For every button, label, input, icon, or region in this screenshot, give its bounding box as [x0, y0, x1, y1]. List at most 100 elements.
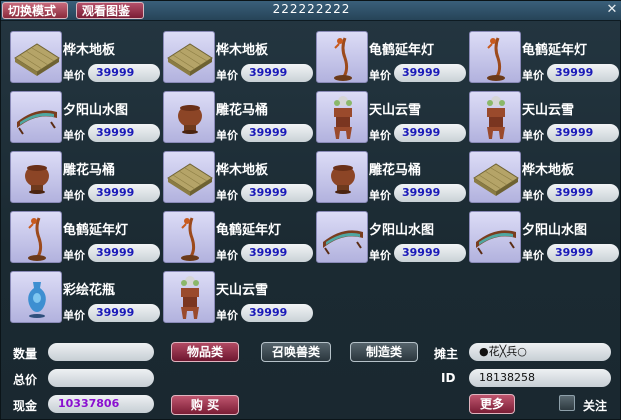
- price-field: 39999: [394, 244, 466, 262]
- price-field: 39999: [547, 64, 619, 82]
- item-slot[interactable]: 龟鹤延年灯 单价 39999: [10, 209, 160, 265]
- flower-stand-icon[interactable]: [316, 91, 368, 143]
- painted-vase-icon[interactable]: [10, 271, 62, 323]
- id-label: ID: [441, 371, 456, 385]
- item-name: 夕阳山水图: [522, 223, 588, 238]
- item-slot[interactable]: 天山云雪 单价 39999: [316, 89, 466, 145]
- price-label: 单价: [216, 249, 238, 262]
- item-name: 雕花马桶: [216, 103, 269, 118]
- price-field: 39999: [88, 244, 160, 262]
- follow-checkbox[interactable]: [559, 395, 575, 411]
- floor-tile-icon[interactable]: [469, 151, 521, 203]
- landscape-screen-icon[interactable]: [316, 211, 368, 263]
- follow-label: 关注: [583, 399, 608, 413]
- price-label: 单价: [216, 309, 238, 322]
- item-name: 龟鹤延年灯: [522, 43, 588, 58]
- item-slot[interactable]: 夕阳山水图单价 39999: [10, 89, 160, 145]
- price-label: 单价: [216, 189, 238, 202]
- price-field: 39999: [547, 184, 619, 202]
- quantity-field[interactable]: [48, 343, 154, 361]
- floor-tile-icon[interactable]: [163, 151, 215, 203]
- price-label: 单价: [63, 129, 85, 142]
- floor-tile-icon[interactable]: [163, 31, 215, 83]
- price-label: 单价: [369, 249, 391, 262]
- price-field: 39999: [241, 184, 313, 202]
- item-slot[interactable]: 桦木地板单价 39999: [163, 149, 313, 205]
- item-name: 桦木地板: [216, 163, 269, 178]
- price-label: 单价: [63, 309, 85, 322]
- price-label: 单价: [63, 69, 85, 82]
- item-slot[interactable]: 龟鹤延年灯 单价 39999: [316, 29, 466, 85]
- tab-summons[interactable]: 召唤兽类: [261, 342, 331, 362]
- crane-lamp-icon[interactable]: [316, 31, 368, 83]
- item-name: 龟鹤延年灯: [216, 223, 282, 238]
- item-name: 彩绘花瓶: [63, 283, 116, 298]
- window-title: 222222222: [272, 2, 351, 16]
- price-label: 单价: [369, 129, 391, 142]
- price-label: 单价: [63, 189, 85, 202]
- item-slot[interactable]: 桦木地板单价 39999: [10, 29, 160, 85]
- item-slot[interactable]: 雕花马桶 单价 39999: [163, 89, 313, 145]
- landscape-screen-icon[interactable]: [10, 91, 62, 143]
- carved-pot-icon[interactable]: [163, 91, 215, 143]
- item-name: 天山云雪: [216, 283, 269, 298]
- tab-crafting[interactable]: 制造类: [350, 342, 418, 362]
- id-field: 18138258: [469, 369, 611, 387]
- price-field: 39999: [88, 124, 160, 142]
- owner-field: ●花╳兵○: [469, 343, 611, 361]
- item-slot[interactable]: 夕阳山水图单价 39999: [469, 209, 619, 265]
- buy-button[interactable]: 购 买: [171, 395, 239, 415]
- price-field: 39999: [547, 244, 619, 262]
- price-label: 单价: [216, 129, 238, 142]
- item-name: 夕阳山水图: [369, 223, 435, 238]
- item-slot[interactable]: 龟鹤延年灯单价 39999: [469, 29, 619, 85]
- carved-pot-icon[interactable]: [316, 151, 368, 203]
- more-button[interactable]: 更多: [469, 394, 515, 414]
- landscape-screen-icon[interactable]: [469, 211, 521, 263]
- price-label: 单价: [216, 69, 238, 82]
- floor-tile-icon[interactable]: [10, 31, 62, 83]
- flower-stand-icon[interactable]: [469, 91, 521, 143]
- price-field: 39999: [88, 64, 160, 82]
- cash-field: 10337806: [48, 395, 154, 413]
- item-slot[interactable]: 天山云雪 单价 39999: [469, 89, 619, 145]
- price-field: 39999: [88, 304, 160, 322]
- price-label: 单价: [369, 69, 391, 82]
- crane-lamp-icon[interactable]: [163, 211, 215, 263]
- price-label: 单价: [522, 249, 544, 262]
- item-slot[interactable]: 彩绘花瓶单价 39999: [10, 269, 160, 325]
- carved-pot-icon[interactable]: [10, 151, 62, 203]
- item-slot[interactable]: 龟鹤延年灯单价 39999: [163, 209, 313, 265]
- quantity-label: 数量: [13, 347, 38, 361]
- price-field: 39999: [88, 184, 160, 202]
- item-name: 桦木地板: [522, 163, 575, 178]
- item-name: 天山云雪: [369, 103, 422, 118]
- total-field: [48, 369, 154, 387]
- price-field: 39999: [547, 124, 619, 142]
- close-icon[interactable]: ✕: [605, 3, 619, 17]
- item-slot[interactable]: 雕花马桶 单价 39999: [316, 149, 466, 205]
- item-name: 龟鹤延年灯: [63, 223, 129, 238]
- price-label: 单价: [522, 189, 544, 202]
- crane-lamp-icon[interactable]: [10, 211, 62, 263]
- item-slot[interactable]: 天山云雪单价 39999: [163, 269, 313, 325]
- item-name: 桦木地板: [63, 43, 116, 58]
- price-label: 单价: [522, 129, 544, 142]
- price-field: 39999: [241, 244, 313, 262]
- item-slot[interactable]: 桦木地板 单价 39999: [163, 29, 313, 85]
- price-field: 39999: [241, 304, 313, 322]
- item-grid: 桦木地板 单价 39999 桦木地板 单价 39999 龟鹤延年灯 单价 39999 龟鹤延年灯单…: [1, 21, 621, 333]
- tab-items[interactable]: 物品类: [171, 342, 239, 362]
- flower-stand-icon[interactable]: [163, 271, 215, 323]
- owner-label: 摊主: [434, 347, 459, 361]
- item-slot[interactable]: 雕花马桶单价 39999: [10, 149, 160, 205]
- item-slot[interactable]: 夕阳山水图单价 39999: [316, 209, 466, 265]
- item-slot[interactable]: 桦木地板单价 39999: [469, 149, 619, 205]
- crane-lamp-icon[interactable]: [469, 31, 521, 83]
- cash-label: 现金: [13, 399, 38, 413]
- title-bar: 切换模式 观看图鉴 222222222 ✕: [1, 1, 621, 21]
- item-name: 雕花马桶: [63, 163, 116, 178]
- price-label: 单价: [522, 69, 544, 82]
- item-name: 雕花马桶: [369, 163, 422, 178]
- item-name: 夕阳山水图: [63, 103, 129, 118]
